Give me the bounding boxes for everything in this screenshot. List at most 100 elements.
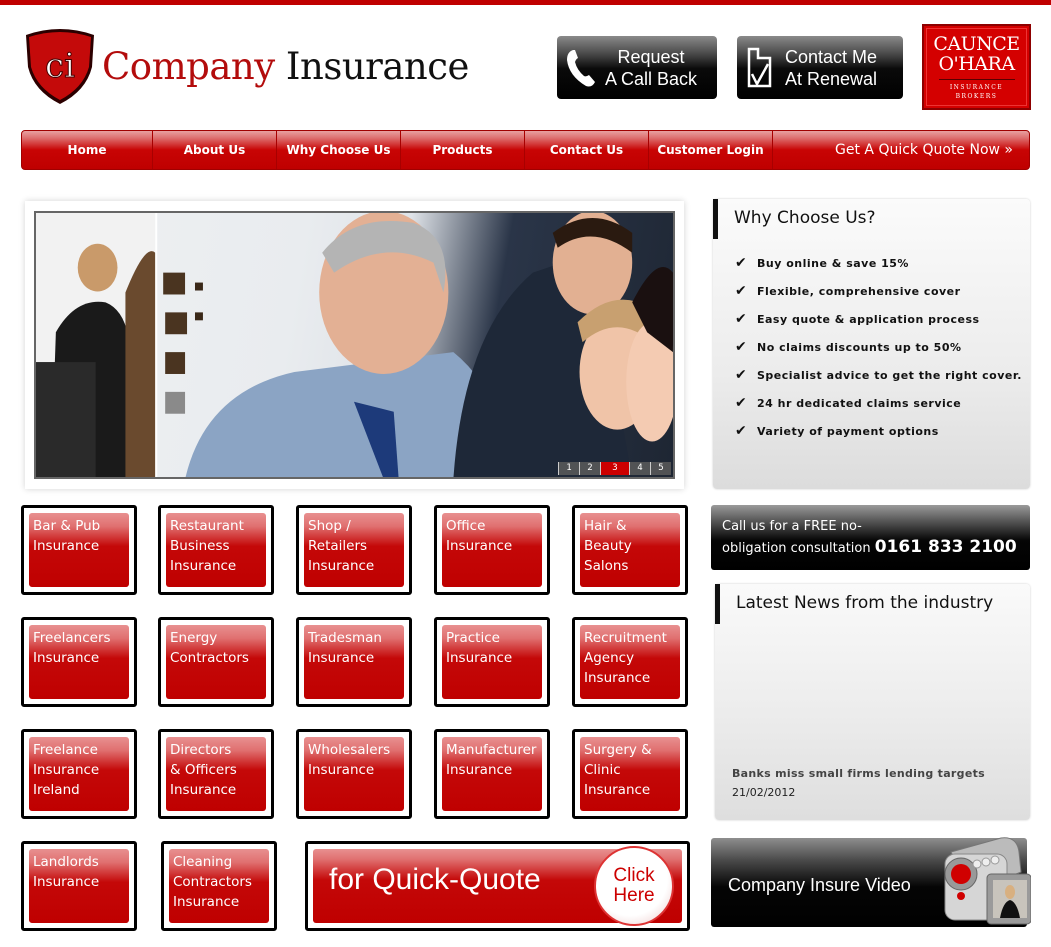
nav-about-us[interactable]: About Us bbox=[153, 131, 277, 169]
nav-get-quick-quote[interactable]: Get A Quick Quote Now » bbox=[773, 131, 1029, 169]
call-us-banner: Call us for a FREE no- obligation consul… bbox=[711, 505, 1030, 570]
phone-number[interactable]: 0161 833 2100 bbox=[875, 537, 1017, 557]
logo-word-insurance: Insurance bbox=[285, 44, 469, 88]
product-energy-contractors[interactable]: Energy Contractors bbox=[158, 617, 274, 707]
product-label: Practice Insurance bbox=[442, 625, 542, 699]
why-choose-us-panel: Why Choose Us? ✔ Buy online & save 15% ✔ F… bbox=[713, 199, 1030, 489]
product-freelancers[interactable]: Freelancers Insurance bbox=[21, 617, 137, 707]
why-choose-us-title: Why Choose Us? bbox=[734, 208, 876, 228]
product-wholesalers[interactable]: Wholesalers Insurance bbox=[296, 729, 412, 819]
product-bar-pub[interactable]: Bar & Pub Insurance bbox=[21, 505, 137, 595]
benefit-item: ✔ Flexible, comprehensive cover bbox=[735, 283, 961, 299]
video-camera-icon bbox=[944, 837, 1031, 925]
product-office[interactable]: Office Insurance bbox=[434, 505, 550, 595]
nav-products[interactable]: Products bbox=[401, 131, 525, 169]
product-practice[interactable]: Practice Insurance bbox=[434, 617, 550, 707]
slider-page-4[interactable]: 4 bbox=[629, 462, 650, 475]
nav-contact-us[interactable]: Contact Us bbox=[525, 131, 649, 169]
product-freelance-ireland[interactable]: Freelance Insurance Ireland bbox=[21, 729, 137, 819]
product-label: Cleaning Contractors Insurance bbox=[169, 849, 269, 923]
renewal-line1: Contact Me bbox=[785, 46, 878, 67]
call-back-line1: Request bbox=[617, 46, 685, 67]
checklist-icon bbox=[737, 46, 785, 90]
product-tradesman[interactable]: Tradesman Insurance bbox=[296, 617, 412, 707]
benefit-item: ✔ No claims discounts up to 50% bbox=[735, 339, 962, 355]
nav-customer-login[interactable]: Customer Login bbox=[649, 131, 773, 169]
slider-page-2[interactable]: 2 bbox=[579, 462, 600, 475]
checkmark-icon: ✔ bbox=[735, 423, 748, 439]
product-label: Bar & Pub Insurance bbox=[29, 513, 129, 587]
product-restaurant[interactable]: Restaurant Business Insurance bbox=[158, 505, 274, 595]
hero-slider: 1 2 3 4 5 bbox=[25, 201, 684, 489]
product-directors-officers[interactable]: Directors & Officers Insurance bbox=[158, 729, 274, 819]
product-manufacturer[interactable]: Manufacturer Insurance bbox=[434, 729, 550, 819]
product-cleaning-contractors[interactable]: Cleaning Contractors Insurance bbox=[161, 841, 277, 931]
product-shop-retailers[interactable]: Shop / Retailers Insurance bbox=[296, 505, 412, 595]
product-label: Shop / Retailers Insurance bbox=[304, 513, 404, 587]
slider-page-5[interactable]: 5 bbox=[650, 462, 671, 475]
product-label: Energy Contractors bbox=[166, 625, 266, 699]
benefit-item: ✔ Specialist advice to get the right cove… bbox=[735, 367, 1022, 383]
product-label: Surgery & Clinic Insurance bbox=[580, 737, 680, 811]
slider-page-3[interactable]: 3 bbox=[600, 462, 629, 475]
video-label: Company Insure Video bbox=[728, 875, 911, 895]
panel-accent-bar bbox=[713, 199, 718, 239]
checkmark-icon: ✔ bbox=[735, 283, 748, 299]
product-label: Freelancers Insurance bbox=[29, 625, 129, 699]
caunce-ohara-partner-logo[interactable]: CAUNCE O'HARA INSURANCE BROKERS bbox=[922, 24, 1031, 110]
renewal-line2: At Renewal bbox=[785, 68, 878, 89]
benefit-item: ✔ Buy online & save 15% bbox=[735, 255, 909, 271]
click-here-badge[interactable]: Click Here bbox=[594, 846, 674, 926]
product-label: Recruitment Agency Insurance bbox=[580, 625, 680, 699]
benefit-item: ✔ 24 hr dedicated claims service bbox=[735, 395, 962, 411]
news-headline-link[interactable]: Banks miss small firms lending targets bbox=[732, 767, 985, 780]
quick-quote-label: for Quick-Quote bbox=[329, 863, 541, 896]
product-label: Freelance Insurance Ireland bbox=[29, 737, 129, 811]
product-surgery-clinic[interactable]: Surgery & Clinic Insurance bbox=[572, 729, 688, 819]
shield-logo-icon: ci bbox=[22, 27, 98, 105]
partner-line3: INSURANCE bbox=[949, 84, 1004, 91]
contact-at-renewal-button[interactable]: Contact Me At Renewal bbox=[737, 36, 903, 99]
latest-news-title: Latest News from the industry bbox=[736, 593, 994, 613]
logo-monogram: ci bbox=[45, 46, 75, 86]
partner-line4: BROKERS bbox=[955, 93, 998, 100]
benefit-item: ✔ Variety of payment options bbox=[735, 423, 939, 439]
checkmark-icon: ✔ bbox=[735, 255, 748, 271]
logo-word-company: Company bbox=[102, 44, 275, 88]
company-logo[interactable]: ci Company Insurance bbox=[22, 26, 469, 106]
product-label: Landlords Insurance bbox=[29, 849, 129, 923]
product-label: Wholesalers Insurance bbox=[304, 737, 404, 811]
nav-home[interactable]: Home bbox=[22, 131, 153, 169]
request-call-back-button[interactable]: Request A Call Back bbox=[557, 36, 717, 99]
product-label: Office Insurance bbox=[442, 513, 542, 587]
news-date: 21/02/2012 bbox=[732, 786, 796, 799]
quick-quote-button[interactable]: for Quick-Quote Click Here bbox=[305, 841, 690, 931]
product-label: Tradesman Insurance bbox=[304, 625, 404, 699]
checkmark-icon: ✔ bbox=[735, 339, 748, 355]
phone-icon bbox=[557, 48, 605, 88]
checkmark-icon: ✔ bbox=[735, 395, 748, 411]
product-recruitment-agency[interactable]: Recruitment Agency Insurance bbox=[572, 617, 688, 707]
partner-line1: CAUNCE bbox=[933, 33, 1020, 55]
checkmark-icon: ✔ bbox=[735, 367, 748, 383]
checkmark-icon: ✔ bbox=[735, 311, 748, 327]
product-label: Hair & Beauty Salons bbox=[580, 513, 680, 587]
product-hair-beauty[interactable]: Hair & Beauty Salons bbox=[572, 505, 688, 595]
product-label: Manufacturer Insurance bbox=[442, 737, 542, 811]
latest-news-panel: Latest News from the industry Banks miss… bbox=[715, 584, 1030, 820]
company-video-button[interactable]: Company Insure Video bbox=[711, 837, 1031, 927]
benefit-item: ✔ Easy quote & application process bbox=[735, 311, 980, 327]
top-accent-bar bbox=[0, 0, 1051, 5]
business-people-photo bbox=[36, 213, 673, 477]
product-label: Restaurant Business Insurance bbox=[166, 513, 266, 587]
benefits-list: ✔ Buy online & save 15% ✔ Flexible, compre… bbox=[735, 249, 1022, 445]
nav-why-choose-us[interactable]: Why Choose Us bbox=[277, 131, 401, 169]
panel-accent-bar bbox=[715, 584, 720, 624]
product-landlords[interactable]: Landlords Insurance bbox=[21, 841, 137, 931]
product-label: Directors & Officers Insurance bbox=[166, 737, 266, 811]
slider-page-1[interactable]: 1 bbox=[558, 462, 579, 475]
slider-pagination: 1 2 3 4 5 bbox=[558, 462, 671, 475]
hero-slide-image[interactable]: 1 2 3 4 5 bbox=[34, 211, 675, 479]
partner-line2: O'HARA bbox=[938, 53, 1015, 75]
call-us-line2: obligation consultation bbox=[722, 541, 871, 556]
